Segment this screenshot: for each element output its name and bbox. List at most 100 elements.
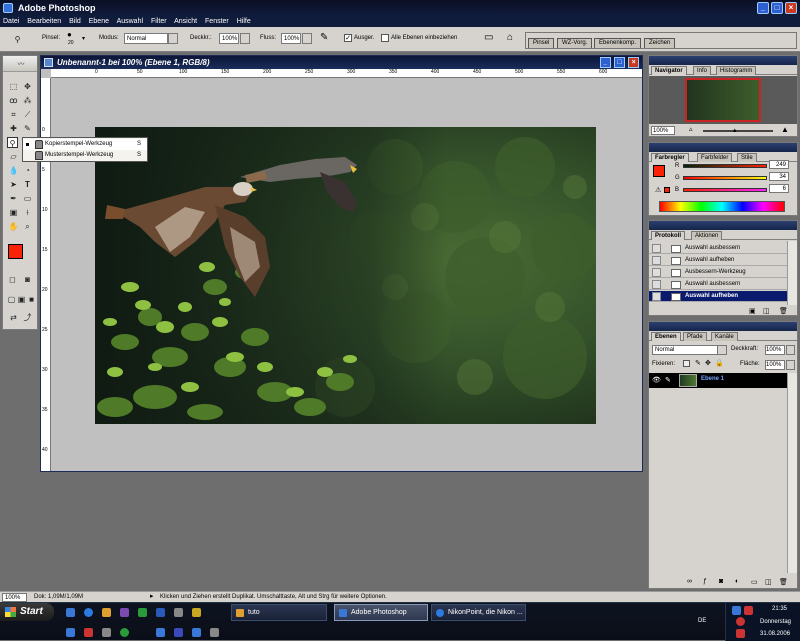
quicklaunch-yellow-icon[interactable] — [192, 608, 201, 617]
language-indicator[interactable]: DE — [698, 618, 706, 624]
layer-brush-icon[interactable]: ✎ — [665, 376, 674, 385]
history-brush-source-icon[interactable] — [652, 244, 661, 253]
clone-stamp-tool-icon[interactable]: ⚲ — [12, 34, 23, 45]
quicklaunch-row2-icon-6[interactable] — [174, 628, 183, 637]
layer-link-icon[interactable]: ∞ — [687, 578, 692, 585]
foreground-color-swatch[interactable] — [8, 244, 23, 259]
adjustment-layer-icon[interactable]: ◐ — [735, 578, 739, 585]
r-slider[interactable] — [683, 164, 767, 168]
layer-thumbnail[interactable] — [679, 374, 697, 387]
close-button[interactable]: × — [785, 2, 797, 14]
tab-navigator[interactable]: Navigator — [651, 66, 687, 75]
color-spectrum-bar[interactable] — [659, 201, 785, 212]
delete-layer-icon[interactable]: 🗑 — [779, 578, 788, 586]
well-tab-zeichen[interactable]: Zeichen — [644, 38, 676, 48]
quicklaunch-ie-icon[interactable] — [84, 608, 93, 617]
quicklaunch-row2-icon-7[interactable] — [192, 628, 201, 637]
panel-title-bar[interactable] — [649, 143, 797, 152]
doc-close-button[interactable]: × — [628, 57, 639, 68]
layer-mask-icon[interactable]: ◙ — [719, 578, 723, 585]
flyout-item-musterstempel[interactable]: Musterstempel-Werkzeug S — [23, 150, 147, 161]
gamut-color-swatch[interactable] — [664, 187, 670, 193]
b-slider[interactable] — [683, 188, 767, 192]
history-item[interactable]: Auswahl ausbessern — [649, 279, 797, 290]
g-value[interactable]: 34 — [769, 172, 789, 181]
menu-ansicht[interactable]: Ansicht — [174, 18, 197, 25]
tab-info[interactable]: Info — [693, 66, 712, 75]
panel-title-bar[interactable] — [649, 56, 797, 65]
eyedropper-tool-icon[interactable]: ⟊ — [22, 207, 33, 218]
type-tool-icon[interactable]: T — [22, 179, 33, 190]
blend-mode-dropdown-icon[interactable] — [717, 345, 727, 355]
standard-mode-icon[interactable]: ◻ — [7, 274, 18, 285]
mode-select[interactable]: Normal — [124, 33, 168, 44]
jump-to-imageready-icon[interactable]: ⇄ — [8, 312, 19, 323]
quicklaunch-desktop-icon[interactable] — [66, 608, 75, 617]
lock-all-icon[interactable]: 🔒 — [715, 359, 724, 367]
layer-opacity-input[interactable]: 100% — [765, 345, 785, 355]
history-item[interactable]: Ausbessern-Werkzeug — [649, 267, 797, 278]
quicklaunch-excel-icon[interactable] — [138, 608, 147, 617]
task-photoshop[interactable]: Adobe Photoshop — [334, 604, 428, 621]
quicklaunch-app-icon[interactable] — [120, 608, 129, 617]
doc-minimize-button[interactable]: _ — [600, 57, 611, 68]
b-value[interactable]: 6 — [769, 184, 789, 193]
flyout-item-kopierstempel[interactable]: Kopierstempel-Werkzeug S — [23, 139, 147, 150]
slice-tool-icon[interactable]: ⟋ — [22, 109, 33, 120]
panel-title-bar[interactable] — [649, 322, 797, 331]
marquee-tool-icon[interactable]: ⬚ — [8, 81, 19, 92]
layers-scrollbar[interactable] — [787, 373, 797, 573]
blur-tool-icon[interactable]: 💧 — [8, 165, 19, 176]
dodge-tool-icon[interactable]: ◔ — [22, 165, 33, 176]
history-item[interactable]: Auswahl aufheben — [649, 255, 797, 266]
minimize-button[interactable]: _ — [757, 2, 769, 14]
history-brush-source-icon[interactable] — [652, 256, 661, 265]
move-tool-icon[interactable]: ✥ — [22, 81, 33, 92]
zoom-out-icon[interactable]: ▵ — [689, 125, 693, 133]
flow-slider-icon[interactable] — [302, 33, 312, 44]
history-brush-source-icon[interactable] — [652, 280, 661, 289]
clone-stamp-tool-button[interactable]: ⚲ — [7, 137, 18, 148]
history-item-selected[interactable]: Auswahl aufheben — [649, 291, 797, 302]
tray-icon-red-2[interactable] — [736, 617, 745, 626]
zoom-tool-icon[interactable]: ⌕ — [22, 221, 33, 232]
fill-slider-icon[interactable] — [786, 360, 795, 370]
navigator-zoom-input[interactable]: 100% — [651, 126, 675, 135]
opacity-input[interactable]: 100% — [219, 33, 239, 44]
menu-ebene[interactable]: Ebene — [89, 18, 109, 25]
doc-maximize-button[interactable]: □ — [614, 57, 625, 68]
file-browser-icon[interactable]: ▭ — [484, 32, 493, 43]
delete-state-icon[interactable]: 🗑 — [779, 307, 788, 315]
task-tuto[interactable]: tuto — [231, 604, 327, 621]
path-selection-tool-icon[interactable]: ➤ — [8, 179, 19, 190]
lock-image-icon[interactable]: ✎ — [695, 359, 701, 367]
document-title-bar[interactable]: Unbenannt-1 bei 100% (Ebene 1, RGB/8) _ … — [41, 56, 642, 69]
quicklaunch-row2-icon-8[interactable] — [210, 628, 219, 637]
palette-well-icon[interactable]: ⌂ — [507, 32, 513, 43]
history-scrollbar[interactable] — [787, 241, 797, 305]
fill-input[interactable]: 100% — [765, 360, 785, 370]
zoom-slider-track[interactable] — [703, 130, 773, 132]
hand-tool-icon[interactable]: ✋ — [8, 221, 19, 232]
tray-network-icon[interactable] — [732, 606, 741, 615]
quicklaunch-row2-icon-2[interactable] — [84, 628, 93, 637]
tray-time[interactable]: 21:35 — [772, 606, 787, 612]
blend-mode-select[interactable]: Normal — [652, 345, 720, 355]
layer-name[interactable]: Ebene 1 — [701, 376, 724, 382]
quicklaunch-folder-icon[interactable] — [102, 608, 111, 617]
well-tab-pinsel[interactable]: Pinsel — [528, 38, 555, 48]
lock-position-icon[interactable]: ✥ — [705, 359, 711, 367]
well-tab-wz-vorg[interactable]: WZ-Vorg. — [557, 38, 593, 48]
quicklaunch-row2-icon-1[interactable] — [66, 628, 75, 637]
horizontal-ruler[interactable]: 0 50 100 150 200 250 300 350 400 450 500 550 600 — [51, 69, 642, 78]
start-button[interactable]: Start — [0, 603, 54, 621]
eraser-tool-icon[interactable]: ▱ — [8, 151, 19, 162]
layer-visibility-eye-icon[interactable]: 👁 — [652, 376, 661, 385]
layer-style-icon[interactable]: ƒ — [703, 578, 707, 585]
quicklaunch-row2-icon-4[interactable] — [120, 628, 129, 637]
tab-farbfelder[interactable]: Farbfelder — [697, 153, 733, 162]
new-document-from-state-icon[interactable]: ▣ — [749, 307, 756, 315]
status-zoom[interactable]: 100% — [2, 593, 27, 602]
crop-tool-icon[interactable]: ⌗ — [8, 109, 19, 120]
mode-dropdown-icon[interactable] — [168, 33, 178, 44]
